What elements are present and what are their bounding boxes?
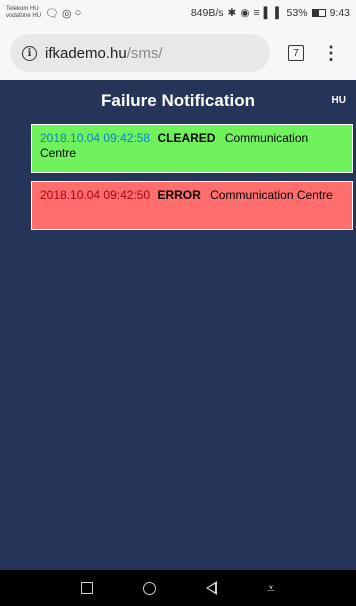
page-title: Failure Notification <box>101 91 255 110</box>
notification-timestamp: 2018.10.04 09:42:58 <box>40 131 151 145</box>
browser-toolbar: i ifkademo.hu/sms/ 7 ⋮ <box>0 26 356 80</box>
notification-icons: 🗨 ◎ ○ <box>45 7 81 20</box>
info-icon[interactable]: i <box>22 45 37 61</box>
url-path: /sms/ <box>126 44 163 62</box>
language-button[interactable]: HU <box>332 95 346 106</box>
page-content: Failure Notification HU 2018.10.04 09:42… <box>0 80 356 570</box>
carrier-2: vodafone HU <box>6 13 42 19</box>
overflow-menu-icon[interactable]: ⋮ <box>322 44 340 62</box>
eye-icon: ◉ <box>240 7 250 19</box>
signal-icon: ▌ <box>263 7 272 19</box>
status-right: 849B/s ✱ ◉ ≡ ▌ ▌ 53% 9:43 <box>191 7 350 19</box>
notification-item[interactable]: 2018.10.04 09:42:50 ERROR Communication … <box>31 181 353 230</box>
ring-icon: ○ <box>74 6 82 19</box>
net-speed: 849B/s <box>190 7 224 19</box>
carrier-1: Telekom HU <box>6 6 39 12</box>
notification-status: ERROR <box>157 188 201 202</box>
home-icon[interactable] <box>143 581 157 595</box>
notification-pull-icon[interactable]: ⩡ <box>267 581 275 595</box>
status-bar: Telekom HU vodafone HU 🗨 ◎ ○ 849B/s ✱ ◉ … <box>0 0 356 26</box>
page-header: Failure Notification HU <box>0 80 356 122</box>
battery-icon <box>311 9 326 17</box>
recent-apps-icon[interactable] <box>81 582 93 594</box>
messenger-icon: 🗨 <box>45 7 59 20</box>
signal-icon: ▌ <box>275 7 283 19</box>
url-bar[interactable]: i ifkademo.hu/sms/ <box>10 34 270 72</box>
url-host: ifkademo.hu <box>45 44 127 62</box>
carrier-info: Telekom HU vodafone HU <box>6 6 41 20</box>
battery-percent: 53% <box>286 7 308 19</box>
back-icon[interactable] <box>206 581 218 595</box>
notification-source: Communication Centre <box>210 188 333 202</box>
bluetooth-icon: ✱ <box>227 7 237 19</box>
notification-status: CLEARED <box>157 131 216 145</box>
tab-switcher-button[interactable]: 7 <box>288 45 304 61</box>
system-nav-bar: ⩡ <box>0 570 356 606</box>
clock: 9:43 <box>329 7 350 19</box>
notification-item[interactable]: 2018.10.04 09:42:58 CLEARED Communicatio… <box>31 124 353 173</box>
wifi-icon: ≡ <box>253 7 260 19</box>
notification-timestamp: 2018.10.04 09:42:50 <box>40 188 151 202</box>
target-icon: ◎ <box>62 7 72 20</box>
